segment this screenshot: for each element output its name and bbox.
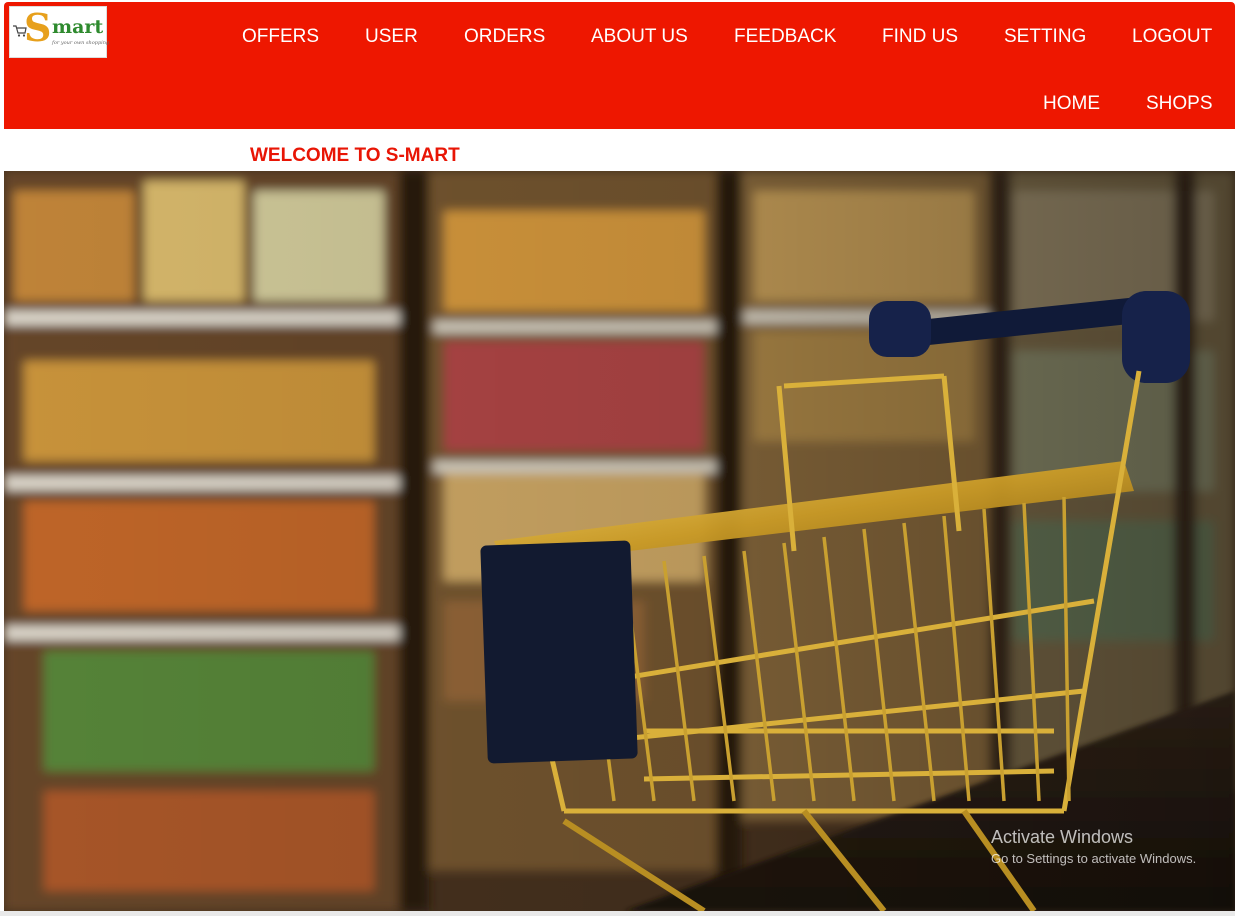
hero-image: Activate Windows Go to Settings to activ… xyxy=(4,171,1235,911)
nav-logout[interactable]: LOGOUT xyxy=(1132,26,1212,48)
logo-text: mart xyxy=(52,16,104,38)
nav-setting[interactable]: SETTING xyxy=(1004,26,1086,48)
shopping-cart-scene-image xyxy=(4,171,1235,911)
nav-orders[interactable]: ORDERS xyxy=(464,26,545,48)
nav-shops[interactable]: SHOPS xyxy=(1146,93,1213,115)
nav-feedback[interactable]: FEEDBACK xyxy=(734,26,836,48)
logo-tagline: for your own shopping xyxy=(52,40,110,46)
windows-activation-watermark: Activate Windows Go to Settings to activ… xyxy=(991,826,1196,868)
watermark-title: Activate Windows xyxy=(991,827,1134,847)
watermark-subtitle: Go to Settings to activate Windows. xyxy=(991,851,1197,866)
nav-user[interactable]: USER xyxy=(365,26,418,48)
bottom-scroll-edge xyxy=(0,911,1235,916)
nav-about-us[interactable]: ABOUT US xyxy=(591,26,688,48)
welcome-heading: WELCOME TO S-MART xyxy=(250,145,460,166)
top-navbar: S mart for your own shopping OFFERS USER… xyxy=(4,2,1235,129)
logo-s-glyph: S xyxy=(24,5,52,50)
welcome-bar: WELCOME TO S-MART xyxy=(4,129,1235,171)
nav-offers[interactable]: OFFERS xyxy=(242,26,319,48)
site-logo[interactable]: S mart for your own shopping xyxy=(9,5,110,58)
nav-home[interactable]: HOME xyxy=(1043,93,1100,115)
nav-find-us[interactable]: FIND US xyxy=(882,26,958,48)
